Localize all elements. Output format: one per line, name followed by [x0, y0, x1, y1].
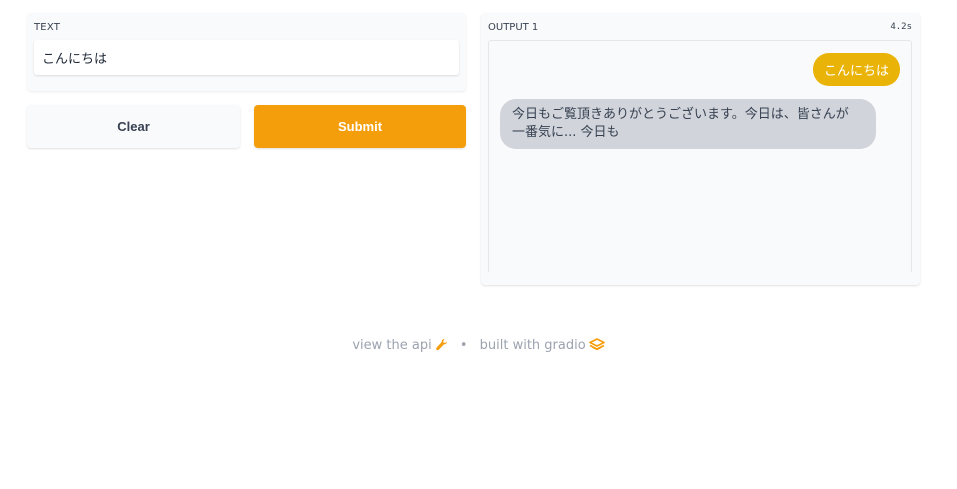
view-api-link[interactable]: view the api	[352, 338, 452, 353]
view-api-label: view the api	[352, 338, 432, 353]
built-with-gradio-link[interactable]: built with gradio	[480, 338, 605, 353]
output-panel: OUTPUT 1 4.2s こんにちは 今日もご覧頂きありがとうございます。今日…	[481, 13, 920, 285]
footer-separator: •	[459, 338, 468, 353]
text-input-panel: TEXT	[27, 13, 466, 91]
chatbot-display[interactable]: こんにちは 今日もご覧頂きありがとうございます。今日は、皆さんが 一番気に...…	[488, 40, 912, 272]
user-message: こんにちは	[812, 53, 900, 86]
submit-button[interactable]: Submit	[254, 105, 466, 148]
gradio-app: TEXT Clear Submit OUTPUT 1 4.2s こんにちは 今日…	[0, 0, 957, 489]
built-with-label: built with gradio	[479, 338, 586, 353]
footer: view the api • built with gradio	[0, 338, 957, 353]
output-label: OUTPUT 1	[488, 22, 539, 33]
text-input-label: TEXT	[34, 22, 61, 33]
text-input[interactable]	[34, 40, 459, 75]
clear-button[interactable]: Clear	[27, 105, 240, 148]
elapsed-timer: 4.2s	[890, 22, 912, 32]
bot-message: 今日もご覧頂きありがとうございます。今日は、皆さんが 一番気に... 今日も	[500, 99, 876, 149]
gradio-logo-icon	[588, 338, 605, 351]
wrench-icon	[435, 339, 447, 351]
